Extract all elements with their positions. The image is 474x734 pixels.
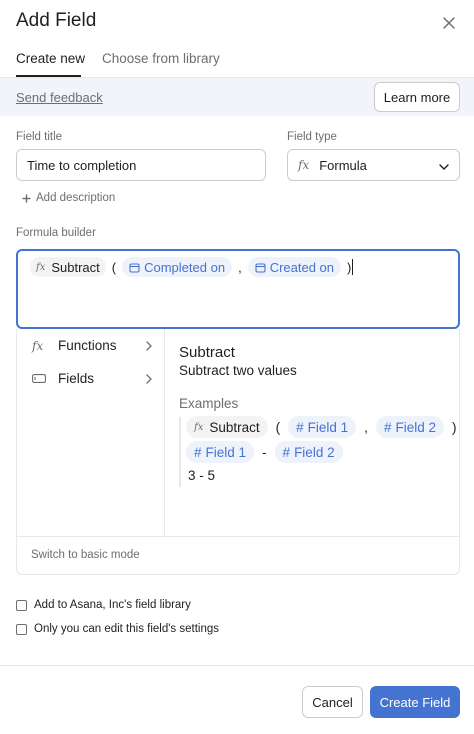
library-option: Add to Asana, Inc's field library: [16, 599, 191, 611]
examples-label: Examples: [179, 396, 239, 411]
function-chip: fx Subtract: [186, 416, 268, 438]
field-title-value: Time to completion: [27, 157, 137, 173]
tab-create-new[interactable]: Create new: [16, 51, 85, 66]
help-title: Subtract: [179, 344, 235, 361]
menu-item-fields[interactable]: Fields: [32, 371, 152, 386]
library-checkbox[interactable]: [16, 599, 27, 611]
help-description: Subtract two values: [179, 363, 297, 378]
calendar-icon: [255, 262, 266, 273]
fx-icon: fx: [194, 421, 204, 433]
field-icon: [32, 374, 50, 383]
fx-icon: fx: [36, 261, 46, 273]
footer-divider: [0, 665, 474, 666]
plus-icon: [22, 194, 31, 202]
field-type-label: Field type: [287, 131, 337, 143]
only-you-checkbox[interactable]: [16, 623, 27, 635]
chevron-right-icon: [146, 340, 152, 351]
calendar-icon: [129, 262, 140, 273]
formula-editor[interactable]: fx Subtract ( Completed on , Created on …: [16, 249, 460, 329]
comma: ,: [238, 259, 242, 275]
close-icon[interactable]: [438, 12, 460, 34]
field-type-select[interactable]: fx Formula: [287, 149, 460, 181]
function-name: Subtract: [51, 259, 100, 275]
formula-builder-label: Formula builder: [16, 227, 96, 239]
example-line-3: 3 - 5: [188, 467, 216, 483]
dialog-title: Add Field: [16, 10, 97, 31]
chevron-right-icon: [146, 373, 152, 384]
only-you-option-label: Only you can edit this field's settings: [34, 623, 220, 635]
fx-icon: fx: [32, 338, 44, 353]
learn-more-button[interactable]: Learn more: [374, 82, 460, 112]
add-description-button[interactable]: Add description: [22, 192, 115, 204]
field-chip-label: Completed on: [144, 259, 226, 275]
panel-divider: [164, 329, 165, 536]
function-name: Subtract: [209, 419, 260, 435]
comma: ,: [364, 419, 368, 435]
example-line-2: # Field 1 - # Field 2: [186, 441, 343, 463]
hash-icon: #: [383, 419, 392, 435]
field-chip-label: Field 1: [205, 444, 247, 460]
fx-icon: fx: [298, 158, 310, 172]
open-paren: (: [275, 419, 281, 435]
field-chip: # Field 2: [375, 416, 444, 438]
field-chip: # Field 1: [186, 441, 255, 463]
hash-icon: #: [194, 444, 202, 460]
field-type-value: Formula: [319, 157, 367, 173]
text-cursor: [352, 259, 354, 275]
field-chip-label: Field 2: [395, 419, 436, 435]
menu-item-label: Fields: [58, 371, 95, 386]
switch-basic-mode-link[interactable]: Switch to basic mode: [31, 549, 140, 561]
field-chip-completed-on[interactable]: Completed on: [122, 257, 233, 277]
example-line-1: fx Subtract ( # Field 1 , # Field 2 ): [186, 416, 464, 438]
minus-operator: -: [262, 444, 267, 460]
close-paren: ): [347, 259, 352, 275]
field-chip: # Field 1: [288, 416, 357, 438]
open-paren: (: [111, 259, 117, 275]
tab-choose-from-library[interactable]: Choose from library: [102, 51, 220, 66]
menu-item-functions[interactable]: fx Functions: [32, 338, 152, 353]
only-you-option: Only you can edit this field's settings: [16, 623, 219, 635]
field-chip-created-on[interactable]: Created on: [247, 257, 342, 277]
field-title-label: Field title: [16, 131, 63, 143]
menu-item-label: Functions: [58, 338, 117, 353]
field-chip-label: Field 2: [294, 444, 335, 460]
hash-icon: #: [282, 444, 291, 460]
create-field-button[interactable]: Create Field: [370, 686, 460, 718]
close-paren: ): [451, 419, 457, 435]
hash-icon: #: [296, 419, 304, 435]
chevron-down-icon: [439, 158, 449, 173]
field-title-input[interactable]: Time to completion: [16, 149, 266, 181]
field-chip-label: Created on: [269, 259, 335, 275]
library-option-label: Add to Asana, Inc's field library: [34, 599, 191, 611]
add-description-label: Add description: [36, 192, 116, 204]
function-chip[interactable]: fx Subtract: [30, 257, 106, 277]
field-chip: # Field 2: [274, 441, 343, 463]
examples-quote-bar: [179, 417, 181, 487]
panel-footer-divider: [17, 536, 459, 537]
cancel-button[interactable]: Cancel: [302, 686, 363, 718]
send-feedback-link[interactable]: Send feedback: [16, 90, 103, 105]
field-chip-label: Field 1: [307, 419, 349, 435]
